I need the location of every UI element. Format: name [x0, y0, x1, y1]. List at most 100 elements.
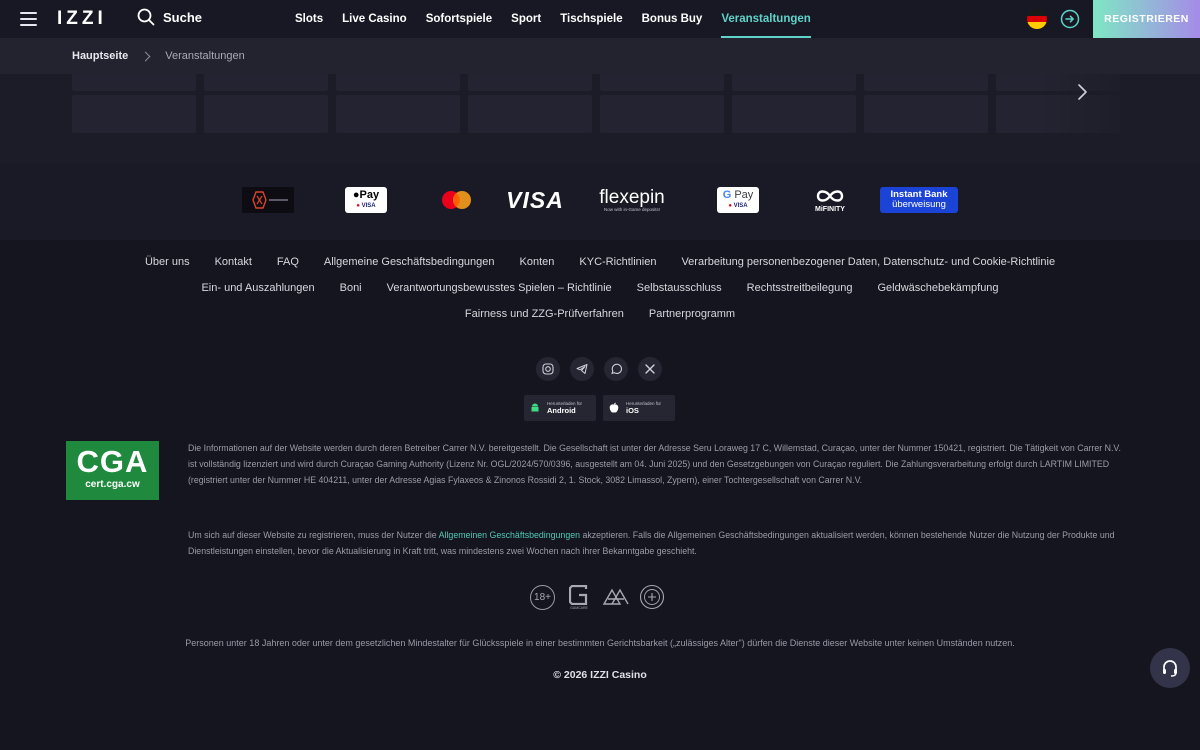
payment-mifinity-logo: MiFINITY — [806, 186, 854, 214]
login-icon[interactable] — [1060, 9, 1080, 29]
fade-overlay — [1040, 74, 1200, 163]
nav-slots[interactable]: Slots — [295, 0, 323, 38]
download-ios-button[interactable]: Herunterladen für iOS — [603, 395, 675, 421]
responsible-gaming-badges: 18+ GAMCARE — [530, 584, 665, 610]
x-button[interactable] — [638, 357, 662, 381]
nav-veranstaltungen[interactable]: Veranstaltungen — [721, 0, 812, 38]
payment-mastercard-logo — [440, 186, 473, 214]
footer-link-dispute-resolution[interactable]: Rechtsstreitbeilegung — [747, 282, 853, 294]
search-icon — [137, 8, 155, 26]
skeleton-card — [732, 95, 856, 133]
skeleton-row — [72, 95, 1120, 133]
nav-bonus-buy[interactable]: Bonus Buy — [642, 0, 703, 38]
cga-license-seal[interactable]: CGA cert.cga.cw — [66, 441, 159, 500]
seal-icon[interactable] — [639, 584, 665, 610]
skeleton-card — [468, 95, 592, 133]
skeleton-card — [336, 74, 460, 91]
chevron-right-icon — [140, 51, 151, 61]
footer-link-about[interactable]: Über uns — [145, 256, 190, 268]
payment-flexepin-logo: flexepin Now with in-Game deposits! — [598, 186, 666, 214]
skeleton-card — [864, 95, 988, 133]
ios-label: iOS — [626, 406, 639, 415]
gamcare-icon — [569, 584, 588, 605]
skeleton-card — [72, 74, 196, 91]
terms-link[interactable]: Allgemeinen Geschäftsbedingungen — [439, 530, 580, 540]
footer-link-responsible-gaming[interactable]: Verantwortungsbewusstes Spielen – Richtl… — [387, 282, 612, 294]
footer-link-fairness[interactable]: Fairness und ZZG-Prüfverfahren — [465, 308, 624, 320]
support-chat-button[interactable] — [1150, 648, 1190, 688]
menu-icon[interactable] — [20, 12, 37, 26]
gamcare-badge[interactable]: GAMCARE — [565, 584, 593, 610]
footer-link-accounts[interactable]: Konten — [520, 256, 555, 268]
social-links — [536, 357, 662, 381]
breadcrumb-current: Veranstaltungen — [165, 50, 245, 62]
nav-sofortspiele[interactable]: Sofortspiele — [426, 0, 492, 38]
instagram-button[interactable] — [536, 357, 560, 381]
breadcrumb-home[interactable]: Hauptseite — [72, 50, 128, 62]
language-flag-de-icon[interactable] — [1027, 9, 1047, 29]
payment-crypto-logo — [242, 186, 294, 214]
skeleton-card — [600, 74, 724, 91]
chevron-right-icon[interactable] — [1074, 83, 1090, 101]
cga-title: CGA — [76, 444, 149, 479]
apple-visa-text: VISA — [361, 203, 376, 209]
google-visa-text: VISA — [733, 203, 748, 209]
flexepin-text: flexepin — [599, 186, 665, 208]
headset-icon — [1163, 660, 1177, 677]
footer-link-bonuses[interactable]: Boni — [340, 282, 362, 294]
skeleton-card — [600, 95, 724, 133]
apple-icon — [609, 402, 619, 413]
footer-link-aml[interactable]: Geldwäschebekämpfung — [877, 282, 998, 294]
whatsapp-button[interactable] — [604, 357, 628, 381]
footer-link-contact[interactable]: Kontakt — [215, 256, 252, 268]
google-pay-text: Pay — [734, 189, 754, 201]
skeleton-card — [336, 95, 460, 133]
main-nav: Slots Live Casino Sofortspiele Sport Tis… — [295, 0, 830, 38]
top-header: IZZI Suche Slots Live Casino Sofortspiel… — [0, 0, 1200, 38]
age-18-badge: 18+ — [530, 584, 555, 610]
footer-link-affiliate[interactable]: Partnerprogramm — [649, 308, 735, 320]
footer-link-payments[interactable]: Ein- und Auszahlungen — [201, 282, 314, 294]
telegram-button[interactable] — [570, 357, 594, 381]
download-android-button[interactable]: Herunterladen für Android — [524, 395, 596, 421]
search-button[interactable]: Suche — [137, 8, 202, 26]
nav-tischspiele[interactable]: Tischspiele — [560, 0, 622, 38]
legal-terms-text-before: Um sich auf dieser Website zu registrier… — [188, 530, 439, 540]
payment-instant-bank-logo: Instant Bank überweisung — [880, 186, 958, 214]
whatsapp-icon — [611, 363, 622, 375]
search-label: Suche — [163, 9, 203, 25]
instagram-icon — [542, 363, 554, 375]
google-icon: G — [722, 189, 732, 201]
x-icon — [645, 364, 655, 374]
infinity-icon — [816, 189, 844, 202]
footer-link-privacy[interactable]: Verarbeitung personenbezogener Daten, Da… — [681, 256, 1055, 268]
footer-link-self-exclusion[interactable]: Selbstausschluss — [637, 282, 722, 294]
skeleton-card — [204, 95, 328, 133]
register-button[interactable]: REGISTRIEREN — [1093, 0, 1200, 38]
telegram-icon — [576, 364, 588, 374]
apple-pay-text: Pay — [359, 189, 380, 201]
payment-apple-pay-logo: ●Pay ● VISA — [345, 186, 387, 214]
skeleton-card — [864, 74, 988, 91]
footer-link-terms[interactable]: Allgemeine Geschäftsbedingungen — [324, 256, 495, 268]
footer-links-row: Fairness und ZZG-Prüfverfahren Partnerpr… — [0, 308, 1200, 320]
footer-link-faq[interactable]: FAQ — [277, 256, 299, 268]
gaming-authority-icon[interactable] — [603, 588, 629, 606]
nav-live-casino[interactable]: Live Casino — [342, 0, 407, 38]
footer-links-row: Ein- und Auszahlungen Boni Verantwortung… — [0, 282, 1200, 294]
android-icon — [531, 403, 539, 412]
skeleton-card — [732, 74, 856, 91]
footer-link-kyc[interactable]: KYC-Richtlinien — [579, 256, 656, 268]
nav-sport[interactable]: Sport — [511, 0, 541, 38]
instant-bank-subtext: überweisung — [892, 199, 946, 210]
skeleton-card — [72, 95, 196, 133]
visa-text: VISA — [506, 186, 564, 213]
site-logo[interactable]: IZZI — [57, 8, 107, 30]
apple-icon: ● — [352, 189, 360, 201]
footer-links-row: Über uns Kontakt FAQ Allgemeine Geschäft… — [0, 256, 1200, 268]
breadcrumb: Hauptseite Veranstaltungen — [0, 38, 1200, 74]
payment-methods: ●Pay ● VISA VISA flexepin Now with in-Ga… — [0, 163, 1200, 240]
payment-visa-logo: VISA — [505, 186, 565, 214]
skeleton-card — [468, 74, 592, 91]
copyright: © 2026 IZZI Casino — [553, 669, 647, 681]
